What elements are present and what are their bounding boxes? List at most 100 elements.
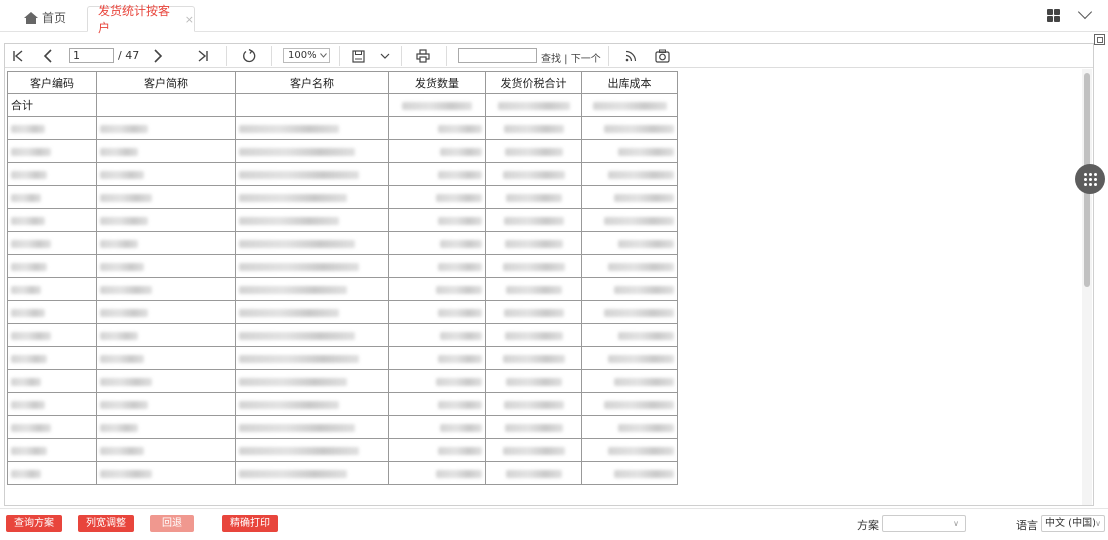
table-cell-redacted	[485, 93, 582, 117]
table-cell-redacted	[7, 185, 97, 209]
table-cell-redacted	[235, 392, 389, 416]
query-scheme-button[interactable]: 查询方案	[6, 515, 62, 532]
table-cell-redacted	[96, 438, 236, 462]
rss-icon[interactable]	[623, 47, 639, 65]
chevron-down-icon: ∨	[953, 519, 959, 528]
rollback-button[interactable]: 回退	[150, 515, 194, 532]
fullscreen-icon[interactable]	[1094, 34, 1105, 45]
table-row	[7, 277, 678, 301]
table-cell-redacted	[581, 185, 678, 209]
table-cell-redacted	[388, 369, 486, 393]
page-number-input[interactable]	[69, 48, 114, 63]
camera-icon[interactable]	[654, 47, 670, 65]
table-cell-redacted	[235, 438, 389, 462]
table-row	[7, 392, 678, 416]
table-cell-redacted	[7, 277, 97, 301]
print-icon[interactable]	[415, 47, 431, 65]
scheme-select[interactable]: ∨	[882, 515, 966, 532]
tab-label: 发货统计按客户	[98, 4, 171, 35]
refresh-icon[interactable]	[241, 47, 257, 65]
table-row	[7, 300, 678, 324]
table-cell-redacted	[96, 461, 236, 485]
find-input[interactable]	[458, 48, 537, 63]
scheme-label: 方案	[857, 519, 879, 532]
table-cell-redacted	[388, 438, 486, 462]
prev-page-icon[interactable]	[41, 47, 55, 65]
vertical-scrollbar[interactable]	[1082, 69, 1092, 505]
find-next-link[interactable]: 查找 | 下一个	[541, 50, 601, 65]
table-row	[7, 208, 678, 232]
next-page-icon[interactable]	[151, 47, 165, 65]
dropdown-icon[interactable]	[379, 47, 391, 65]
table-cell-redacted	[485, 392, 582, 416]
first-page-icon[interactable]	[11, 47, 25, 65]
table-cell-redacted	[485, 208, 582, 232]
table-row	[7, 438, 678, 462]
table-cell-redacted	[388, 392, 486, 416]
table-cell-redacted	[581, 461, 678, 485]
language-label: 语言	[1016, 519, 1038, 532]
chevron-down-icon[interactable]	[1077, 4, 1093, 20]
table-cell-redacted	[388, 254, 486, 278]
table-cell-redacted	[235, 162, 389, 186]
table-cell-redacted	[7, 300, 97, 324]
table-cell-redacted	[235, 369, 389, 393]
table-cell-redacted	[581, 438, 678, 462]
table-cell-redacted	[485, 346, 582, 370]
table-cell-redacted	[7, 346, 97, 370]
table-cell-redacted	[235, 254, 389, 278]
tab-bar: 首页 发货统计按客户 ×	[0, 0, 1108, 35]
save-icon[interactable]	[350, 47, 366, 65]
table-cell-redacted	[235, 185, 389, 209]
table-row	[7, 346, 678, 370]
table-cell-redacted	[388, 461, 486, 485]
table-cell-redacted	[7, 415, 97, 439]
table-cell-redacted	[235, 415, 389, 439]
col-header: 客户编码	[7, 71, 97, 94]
table-cell-redacted	[485, 277, 582, 301]
table-cell-redacted	[485, 323, 582, 347]
table-cell-redacted	[96, 208, 236, 232]
table-row	[7, 231, 678, 255]
table-cell-redacted	[485, 254, 582, 278]
precise-print-button[interactable]: 精确打印	[222, 515, 278, 532]
total-row: 合计	[7, 93, 678, 117]
toolbar-divider	[339, 46, 340, 66]
table-cell-redacted	[581, 369, 678, 393]
close-icon[interactable]: ×	[185, 13, 194, 26]
column-width-button[interactable]: 列宽调整	[78, 515, 134, 532]
table-cell-redacted	[7, 162, 97, 186]
tab-shipment-stats[interactable]: 发货统计按客户 ×	[87, 4, 195, 35]
table-cell-redacted	[388, 346, 486, 370]
table-cell-redacted	[96, 277, 236, 301]
toolbar-divider	[446, 46, 447, 66]
table-cell-redacted	[7, 116, 97, 140]
col-header: 客户简称	[96, 71, 236, 94]
table-cell-redacted	[388, 116, 486, 140]
table-cell-redacted	[581, 323, 678, 347]
bottom-bar: 查询方案 列宽调整 回退 精确打印 方案 ∨ 语言 中文 (中国) ∨	[0, 508, 1108, 540]
table-cell-redacted	[96, 300, 236, 324]
table-cell-redacted	[235, 461, 389, 485]
table-cell-redacted	[96, 231, 236, 255]
table-cell-redacted	[581, 93, 678, 117]
tab-home-label: 首页	[42, 11, 67, 25]
grid-menu-icon[interactable]	[1047, 9, 1060, 22]
table-cell-redacted	[235, 208, 389, 232]
table-cell-redacted	[581, 346, 678, 370]
tab-home[interactable]: 首页	[24, 9, 66, 26]
table-row	[7, 162, 678, 186]
table-cell-redacted	[96, 185, 236, 209]
table-cell-redacted	[235, 346, 389, 370]
table-cell-redacted	[7, 139, 97, 163]
total-label: 合计	[7, 93, 97, 117]
table-row	[7, 116, 678, 140]
table-cell-redacted	[96, 323, 236, 347]
language-select[interactable]: 中文 (中国) ∨	[1041, 515, 1105, 532]
last-page-icon[interactable]	[196, 47, 210, 65]
table-cell-redacted	[388, 185, 486, 209]
more-apps-button[interactable]	[1075, 164, 1105, 194]
table-cell-redacted	[581, 415, 678, 439]
zoom-select[interactable]: 100%	[283, 48, 330, 63]
table-header-row: 客户编码 客户简称 客户名称 发货数量 发货价税合计 出库成本	[7, 71, 678, 94]
